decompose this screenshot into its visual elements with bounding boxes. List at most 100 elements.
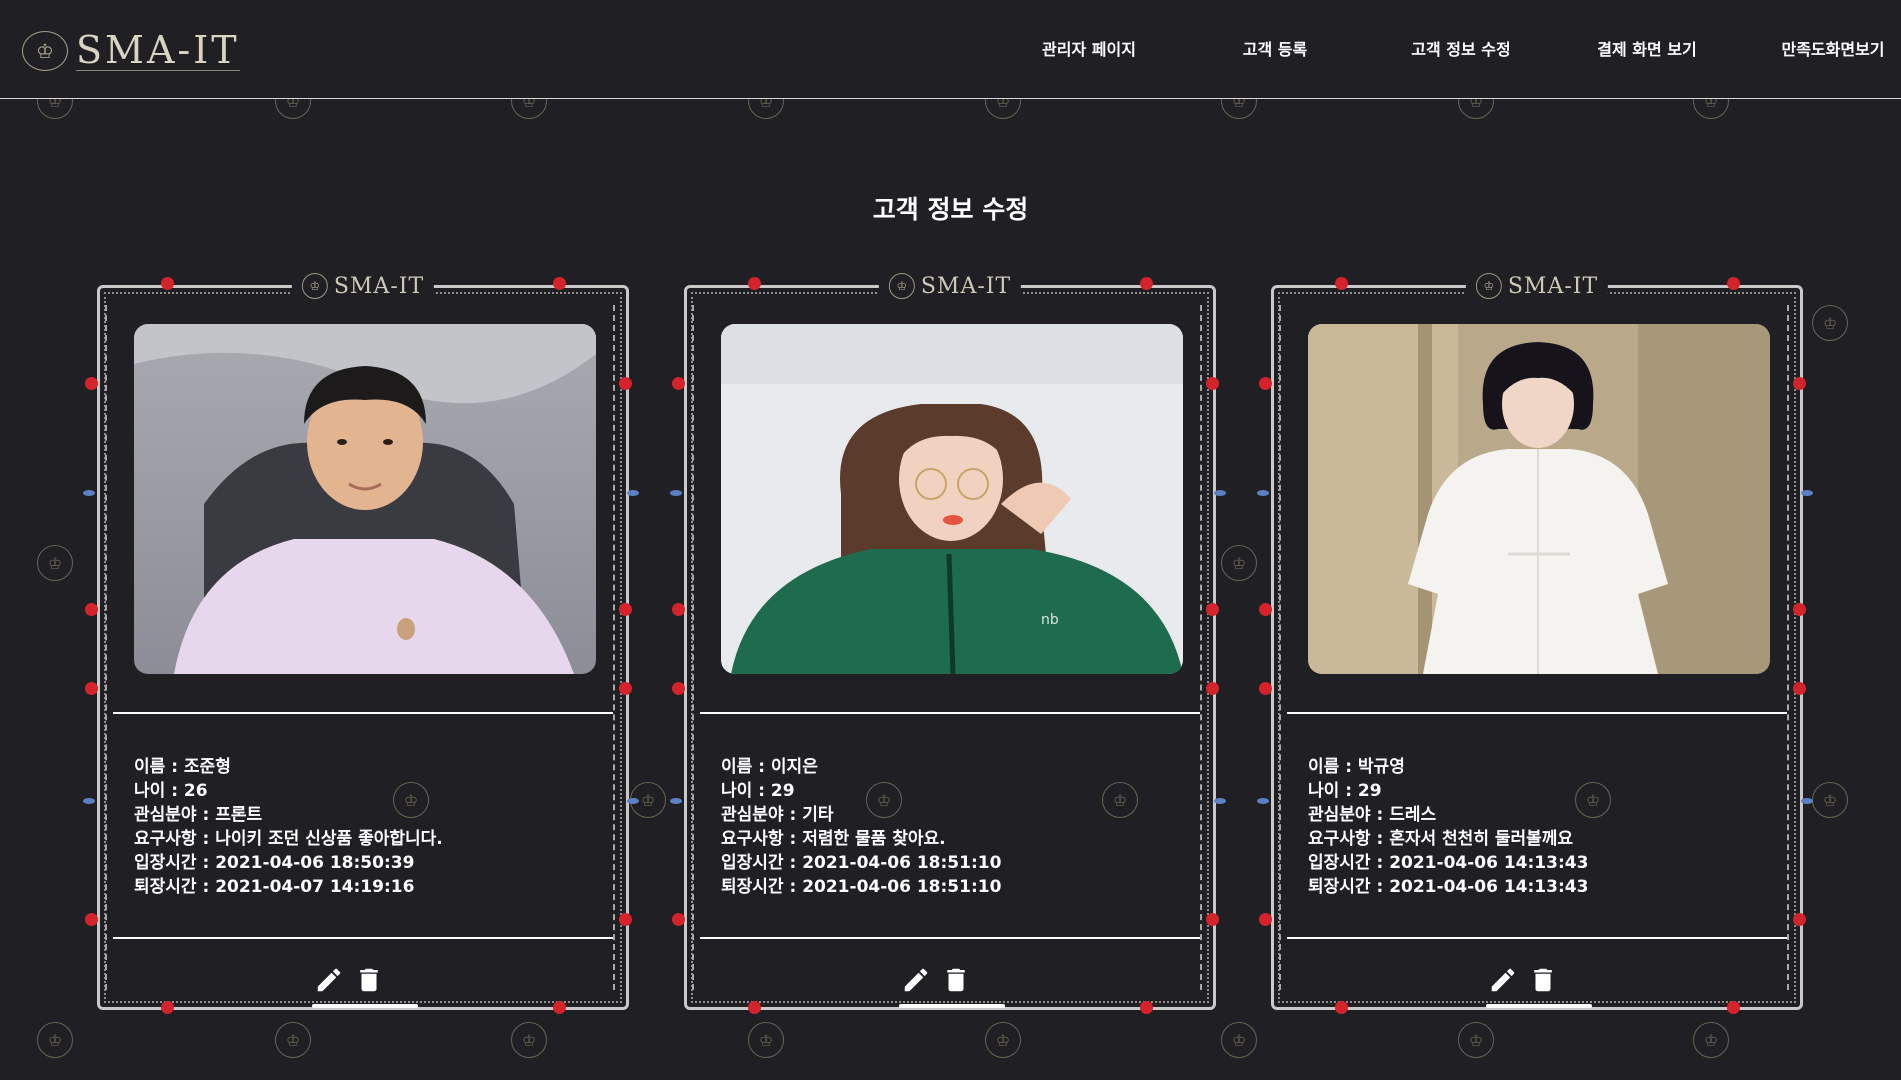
leaf-ornament <box>1257 490 1269 496</box>
rose-ornament <box>748 1001 761 1014</box>
edit-button[interactable] <box>312 963 346 997</box>
frame-vine <box>1787 305 1801 990</box>
frame-vine <box>1279 305 1293 990</box>
customer-entry-time: 입장시간 : 2021-04-06 18:50:39 <box>134 853 415 873</box>
pencil-icon <box>1491 968 1515 992</box>
rose-ornament <box>85 603 98 616</box>
nav-payment-view[interactable]: 결제 화면 보기 <box>1587 36 1707 60</box>
leaf-ornament <box>1214 798 1226 804</box>
nav-customer-edit[interactable]: 고객 정보 수정 <box>1401 36 1521 60</box>
rose-ornament <box>1335 1001 1348 1014</box>
customer-request: 요구사항 : 저렴한 물품 찾아요. <box>721 829 946 849</box>
rose-ornament <box>85 913 98 926</box>
rose-ornament <box>619 377 632 390</box>
background-crown-icon: ♔ <box>1221 1022 1257 1058</box>
rose-ornament <box>619 913 632 926</box>
delete-button[interactable] <box>939 963 973 997</box>
action-underline <box>899 1004 1005 1008</box>
pencil-icon <box>317 968 341 992</box>
action-underline <box>312 1004 418 1008</box>
frame-vine <box>105 305 119 990</box>
frame-logo: ♔ SMA-IT <box>291 271 435 301</box>
crown-icon: ♔ <box>888 273 915 299</box>
customer-age: 나이 : 29 <box>721 781 795 801</box>
svg-text:nb: nb <box>1041 612 1059 628</box>
leaf-ornament <box>1801 490 1813 496</box>
divider <box>700 937 1200 939</box>
rose-ornament <box>161 277 174 290</box>
rose-ornament <box>1140 1001 1153 1014</box>
rose-ornament <box>1727 1001 1740 1014</box>
leaf-ornament <box>627 490 639 496</box>
rose-ornament <box>1259 377 1272 390</box>
customer-exit-time: 퇴장시간 : 2021-04-06 18:51:10 <box>721 877 1002 897</box>
frame-vine <box>613 305 627 990</box>
background-crown-icon: ♔ <box>511 1022 547 1058</box>
frame-logo-text: SMA-IT <box>920 273 1012 299</box>
delete-button[interactable] <box>1526 963 1560 997</box>
customer-photo <box>1308 324 1770 674</box>
background-crown-icon: ♔ <box>37 1022 73 1058</box>
frame-logo: ♔ SMA-IT <box>1465 271 1609 301</box>
card-actions <box>899 963 973 997</box>
customer-photo: nb <box>721 324 1183 674</box>
frame-logo-text: SMA-IT <box>333 273 425 299</box>
nav-customer-register[interactable]: 고객 등록 <box>1215 36 1335 60</box>
background-crown-icon: ♔ <box>37 545 73 581</box>
customer-entry-time: 입장시간 : 2021-04-06 18:51:10 <box>721 853 1002 873</box>
divider <box>113 937 613 939</box>
pencil-icon <box>904 968 928 992</box>
edit-button[interactable] <box>1486 963 1520 997</box>
leaf-ornament <box>83 490 95 496</box>
frame-vine <box>692 305 706 990</box>
customer-photo-image: nb <box>721 324 1183 674</box>
frame-logo: ♔ SMA-IT <box>878 271 1022 301</box>
background-crown-icon: ♔ <box>748 1022 784 1058</box>
background-crown-icon: ♔ <box>1812 782 1848 818</box>
rose-ornament <box>85 377 98 390</box>
background-crown-icon: ♔ <box>1812 305 1848 341</box>
delete-button[interactable] <box>352 963 386 997</box>
rose-ornament <box>1206 603 1219 616</box>
customer-info: 이름 : 박규영 나이 : 29 관심분야 : 드레스 요구사항 : 혼자서 천… <box>1308 755 1588 899</box>
customer-request: 요구사항 : 나이키 조던 신상품 좋아합니다. <box>134 829 443 849</box>
customer-name: 이름 : 이지은 <box>721 757 818 777</box>
nav-admin-page[interactable]: 관리자 페이지 <box>1029 36 1149 60</box>
rose-ornament <box>1140 277 1153 290</box>
rose-ornament <box>1793 603 1806 616</box>
leaf-ornament <box>83 798 95 804</box>
rose-ornament <box>672 682 685 695</box>
rose-ornament <box>619 682 632 695</box>
top-header: ♔ SMA-IT 관리자 페이지 고객 등록 고객 정보 수정 결제 화면 보기… <box>0 0 1901 99</box>
customer-name: 이름 : 조준형 <box>134 757 231 777</box>
background-crown-icon: ♔ <box>275 1022 311 1058</box>
customer-exit-time: 퇴장시간 : 2021-04-06 14:13:43 <box>1308 877 1589 897</box>
trash-icon <box>947 968 965 992</box>
customer-photo-image <box>134 324 596 674</box>
rose-ornament <box>672 913 685 926</box>
edit-button[interactable] <box>899 963 933 997</box>
rose-ornament <box>1793 913 1806 926</box>
logo[interactable]: ♔ SMA-IT <box>22 30 240 71</box>
leaf-ornament <box>1801 798 1813 804</box>
nav-satisfaction-view[interactable]: 만족도화면보기 <box>1773 36 1893 60</box>
leaf-ornament <box>670 798 682 804</box>
customer-interest: 관심분야 : 기타 <box>721 805 834 825</box>
background-crown-icon: ♔ <box>1458 1022 1494 1058</box>
divider <box>1287 712 1787 714</box>
leaf-ornament <box>1214 490 1226 496</box>
rose-ornament <box>1259 913 1272 926</box>
divider <box>113 712 613 714</box>
rose-ornament <box>672 377 685 390</box>
rose-ornament <box>1206 682 1219 695</box>
page-title: 고객 정보 수정 <box>872 195 1029 224</box>
background-crown-icon: ♔ <box>1221 545 1257 581</box>
customer-photo <box>134 324 596 674</box>
trash-icon <box>1534 968 1552 992</box>
rose-ornament <box>748 277 761 290</box>
customer-name: 이름 : 박규영 <box>1308 757 1405 777</box>
customer-interest: 관심분야 : 프론트 <box>134 805 263 825</box>
customer-interest: 관심분야 : 드레스 <box>1308 805 1437 825</box>
crown-icon: ♔ <box>22 30 68 71</box>
logo-text: SMA-IT <box>76 28 240 72</box>
